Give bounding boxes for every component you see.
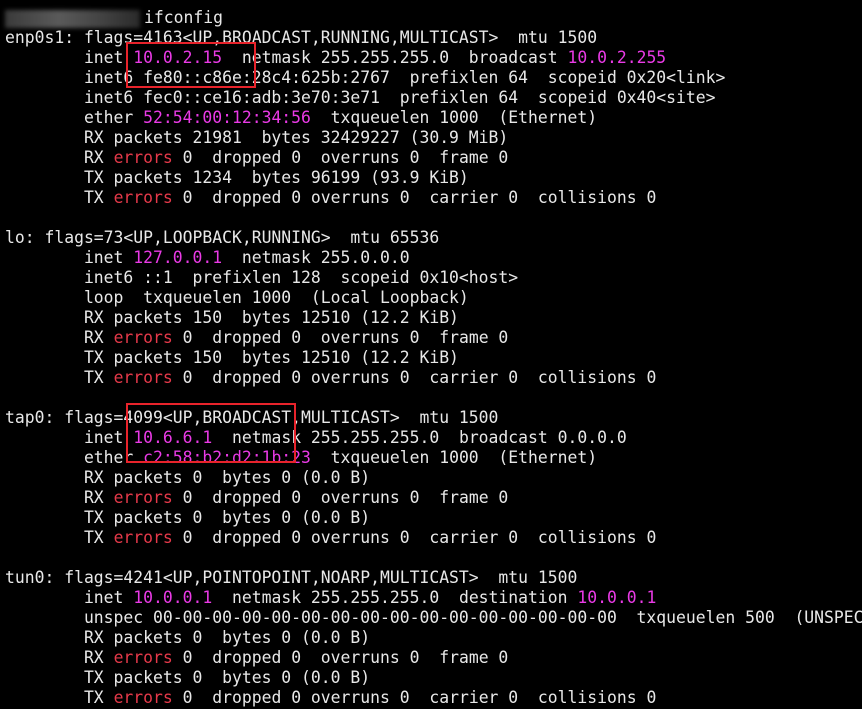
output-line: TX packets 150 bytes 12510 (12.2 KiB): [5, 348, 459, 368]
address-value: 10.0.2.15: [133, 48, 223, 67]
output-text: TX packets 150 bytes 12510 (12.2 KiB): [5, 348, 459, 367]
output-line: inet 127.0.0.1 netmask 255.0.0.0: [5, 248, 410, 268]
output-line: TX errors 0 dropped 0 overruns 0 carrier…: [5, 528, 656, 548]
output-text: tun0: flags=4241<UP,POINTOPOINT,NOARP,MU…: [5, 568, 578, 587]
errors-label: errors: [113, 648, 173, 667]
output-text: tap0: flags=4099<UP,BROADCAST,MULTICAST>…: [5, 408, 499, 427]
output-text: inet: [5, 248, 134, 267]
output-line: inet6 fe80::c86e:28c4:625b:2767 prefixle…: [5, 68, 725, 88]
output-text: 0 dropped 0 overruns 0 carrier 0 collisi…: [172, 528, 657, 547]
address-value: 10.0.2.255: [567, 48, 667, 67]
output-text: TX packets 0 bytes 0 (0.0 B): [5, 668, 371, 687]
output-text: RX: [5, 148, 114, 167]
output-text: txqueuelen 1000 (Ethernet): [310, 108, 598, 127]
errors-label: errors: [113, 488, 173, 507]
output-line: TX errors 0 dropped 0 overruns 0 carrier…: [5, 188, 656, 208]
output-text: lo: flags=73<UP,LOOPBACK,RUNNING> mtu 65…: [5, 228, 440, 247]
output-text: unspec 00-00-00-00-00-00-00-00-00-00-00-…: [5, 608, 862, 627]
output-text: 0 dropped 0 overruns 0 frame 0: [172, 488, 509, 507]
output-text: inet: [5, 48, 134, 67]
output-line: inet6 fec0::ce16:adb:3e70:3e71 prefixlen…: [5, 88, 716, 108]
output-line: inet6 ::1 prefixlen 128 scopeid 0x10<hos…: [5, 268, 518, 288]
output-line: loop txqueuelen 1000 (Local Loopback): [5, 288, 469, 308]
output-line: TX packets 0 bytes 0 (0.0 B): [5, 668, 370, 688]
errors-label: errors: [113, 528, 173, 547]
output-line: ether c2:58:b2:d2:1b:23 txqueuelen 1000 …: [5, 448, 597, 468]
output-text: TX: [5, 688, 114, 707]
output-text: 0 dropped 0 overruns 0 frame 0: [172, 148, 509, 167]
output-line: RX errors 0 dropped 0 overruns 0 frame 0: [5, 488, 508, 508]
errors-label: errors: [113, 188, 173, 207]
output-line: TX errors 0 dropped 0 overruns 0 carrier…: [5, 368, 656, 388]
output-line: inet 10.6.6.1 netmask 255.255.255.0 broa…: [5, 428, 627, 448]
output-line: RX errors 0 dropped 0 overruns 0 frame 0: [5, 328, 508, 348]
errors-label: errors: [113, 688, 173, 707]
output-line: inet 10.0.0.1 netmask 255.255.255.0 dest…: [5, 588, 656, 608]
output-line: RX packets 21981 bytes 32429227 (30.9 Mi…: [5, 128, 508, 148]
output-text: inet6 fec0::ce16:adb:3e70:3e71 prefixlen…: [5, 88, 716, 107]
output-text: netmask 255.255.255.0 destination: [212, 588, 578, 607]
output-line: TX errors 0 dropped 0 overruns 0 carrier…: [5, 688, 656, 708]
output-text: inet6 fe80::c86e:28c4:625b:2767 prefixle…: [5, 68, 726, 87]
output-text: 0 dropped 0 overruns 0 frame 0: [172, 328, 509, 347]
output-line: RX packets 0 bytes 0 (0.0 B): [5, 468, 370, 488]
redacted-prompt: [5, 9, 140, 28]
address-value: 10.0.0.1: [577, 588, 657, 607]
address-value: 127.0.0.1: [133, 248, 223, 267]
output-text: RX: [5, 488, 114, 507]
output-line: unspec 00-00-00-00-00-00-00-00-00-00-00-…: [5, 608, 862, 628]
errors-label: errors: [113, 148, 173, 167]
address-value: 52:54:00:12:34:56: [143, 108, 311, 127]
output-text: enp0s1: flags=4163<UP,BROADCAST,RUNNING,…: [5, 28, 598, 47]
command-text: ifconfig: [144, 8, 223, 27]
output-text: loop txqueuelen 1000 (Local Loopback): [5, 288, 469, 307]
output-line: RX errors 0 dropped 0 overruns 0 frame 0: [5, 148, 508, 168]
output-line: inet 10.0.2.15 netmask 255.255.255.0 bro…: [5, 48, 666, 68]
output-text: ether: [5, 108, 144, 127]
output-text: TX: [5, 368, 114, 387]
output-line: tun0: flags=4241<UP,POINTOPOINT,NOARP,MU…: [5, 568, 577, 588]
output-line: lo: flags=73<UP,LOOPBACK,RUNNING> mtu 65…: [5, 228, 439, 248]
output-line: RX packets 150 bytes 12510 (12.2 KiB): [5, 308, 459, 328]
output-text: 0 dropped 0 overruns 0 frame 0: [172, 648, 509, 667]
output-text: netmask 255.255.255.0 broadcast: [222, 48, 568, 67]
output-text: RX packets 150 bytes 12510 (12.2 KiB): [5, 308, 459, 327]
prompt-line: ifconfig: [5, 8, 223, 28]
output-text: 0 dropped 0 overruns 0 carrier 0 collisi…: [172, 688, 657, 707]
output-text: TX: [5, 528, 114, 547]
errors-label: errors: [113, 368, 173, 387]
output-line: TX packets 0 bytes 0 (0.0 B): [5, 508, 370, 528]
errors-label: errors: [113, 328, 173, 347]
output-text: RX packets 21981 bytes 32429227 (30.9 Mi…: [5, 128, 509, 147]
address-value: 10.0.0.1: [133, 588, 213, 607]
output-text: txqueuelen 1000 (Ethernet): [310, 448, 598, 467]
output-text: netmask 255.255.255.0 broadcast 0.0.0.0: [212, 428, 627, 447]
address-value: c2:58:b2:d2:1b:23: [143, 448, 311, 467]
output-text: 0 dropped 0 overruns 0 carrier 0 collisi…: [172, 368, 657, 387]
output-text: TX: [5, 188, 114, 207]
output-text: 0 dropped 0 overruns 0 carrier 0 collisi…: [172, 188, 657, 207]
terminal-window[interactable]: ifconfig enp0s1: flags=4163<UP,BROADCAST…: [0, 0, 862, 709]
output-text: TX packets 0 bytes 0 (0.0 B): [5, 508, 371, 527]
output-text: TX packets 1234 bytes 96199 (93.9 KiB): [5, 168, 469, 187]
output-line: tap0: flags=4099<UP,BROADCAST,MULTICAST>…: [5, 408, 498, 428]
output-line: enp0s1: flags=4163<UP,BROADCAST,RUNNING,…: [5, 28, 597, 48]
output-text: RX packets 0 bytes 0 (0.0 B): [5, 628, 371, 647]
output-text: inet6 ::1 prefixlen 128 scopeid 0x10<hos…: [5, 268, 519, 287]
output-text: ether: [5, 448, 144, 467]
output-text: RX: [5, 648, 114, 667]
output-text: inet: [5, 588, 134, 607]
output-line: TX packets 1234 bytes 96199 (93.9 KiB): [5, 168, 469, 188]
output-line: ether 52:54:00:12:34:56 txqueuelen 1000 …: [5, 108, 597, 128]
output-line: RX packets 0 bytes 0 (0.0 B): [5, 628, 370, 648]
output-text: inet: [5, 428, 134, 447]
output-text: RX packets 0 bytes 0 (0.0 B): [5, 468, 371, 487]
output-text: netmask 255.0.0.0: [222, 248, 410, 267]
address-value: 10.6.6.1: [133, 428, 213, 447]
output-text: RX: [5, 328, 114, 347]
output-line: RX errors 0 dropped 0 overruns 0 frame 0: [5, 648, 508, 668]
